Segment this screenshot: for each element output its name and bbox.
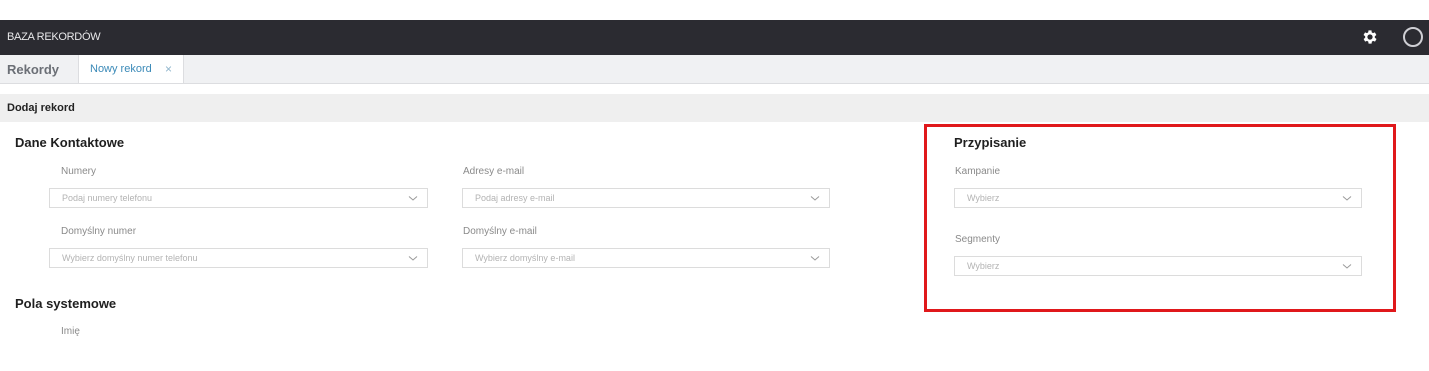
chevron-down-icon (408, 256, 418, 261)
emails-placeholder: Podaj adresy e-mail (475, 193, 555, 203)
highlight-box (924, 124, 1396, 312)
default-email-placeholder: Wybierz domyślny e-mail (475, 253, 575, 263)
tabs-title: Rekordy (7, 62, 60, 77)
form-header: Dodaj rekord (0, 94, 1429, 122)
default-email-label: Domyślny e-mail (463, 226, 537, 237)
numbers-placeholder: Podaj numery telefonu (62, 193, 153, 203)
form-title: Dodaj rekord (7, 102, 75, 114)
tab-label: Nowy rekord (90, 63, 152, 75)
tab-new-record[interactable]: Nowy rekord × (78, 55, 184, 83)
close-icon[interactable]: × (165, 62, 172, 76)
chevron-down-icon (810, 256, 820, 261)
numbers-select[interactable]: Podaj numery telefonu (49, 188, 428, 208)
first-name-label: Imię (61, 326, 80, 337)
profile-icon[interactable] (1403, 27, 1423, 47)
numbers-label: Numery (61, 166, 97, 177)
emails-select[interactable]: Podaj adresy e-mail (462, 188, 830, 208)
system-section-title: Pola systemowe (15, 296, 117, 311)
top-bar: BAZA REKORDÓW (0, 20, 1429, 55)
emails-label: Adresy e-mail (463, 166, 525, 177)
chevron-down-icon (810, 196, 820, 201)
chevron-down-icon (408, 196, 418, 201)
contact-section-title: Dane Kontaktowe (15, 135, 125, 150)
tabs-bar: Rekordy Nowy rekord × (0, 55, 1429, 84)
default-number-select[interactable]: Wybierz domyślny numer telefonu (49, 248, 428, 268)
default-email-select[interactable]: Wybierz domyślny e-mail (462, 248, 830, 268)
default-number-label: Domyślny numer (61, 226, 137, 237)
gear-icon[interactable] (1361, 28, 1379, 46)
default-number-placeholder: Wybierz domyślny numer telefonu (62, 253, 198, 263)
app-title: BAZA REKORDÓW (7, 31, 101, 43)
